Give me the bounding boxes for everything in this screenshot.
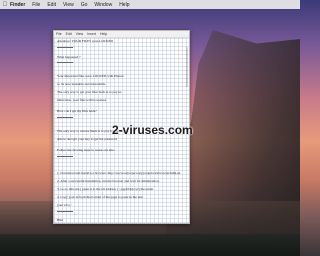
desktop-wallpaper-trees (0, 234, 300, 256)
menu-file[interactable]: File (32, 2, 40, 8)
menu-help[interactable]: Help (119, 2, 129, 8)
note-line: The only way to get your files back is t… (57, 90, 122, 94)
mac-menubar:  Finder File Edit View Go Window Help (0, 0, 300, 9)
note-your-id: your id is : (57, 203, 72, 207)
note-separator (57, 156, 73, 157)
note-line: Your important files were LOCKED with Pl… (57, 74, 124, 78)
note-separator (57, 62, 73, 63)
note-separator (57, 211, 73, 212)
menu-view[interactable]: View (63, 2, 74, 8)
window-menubar: File Edit View Insert Help (54, 31, 189, 38)
note-line: Otherwise, your files will be useless (57, 98, 107, 102)
note-line-title: Attention: YOUR FILES were LOCKED (57, 39, 114, 43)
note-line-heading: What happened ? (57, 55, 81, 59)
window-menu-view[interactable]: View (76, 32, 84, 36)
apple-logo-icon[interactable]:  (0, 2, 10, 8)
note-step-1: 1. Download and install tor browser: htt… (57, 171, 181, 175)
note-line: Follow the flowing steps to restor our s… (57, 148, 115, 152)
window-menu-insert[interactable]: Insert (87, 32, 96, 36)
note-line: able to decrypt your key to get the pass… (57, 137, 118, 141)
window-menu-edit[interactable]: Edit (66, 32, 72, 36)
site-watermark: 2-viruses.com (112, 123, 193, 137)
menu-edit[interactable]: Edit (47, 2, 56, 8)
note-separator (57, 47, 73, 48)
menu-app-finder[interactable]: Finder (10, 2, 25, 8)
menu-go[interactable]: Go (81, 2, 88, 8)
window-menu-file[interactable]: File (56, 32, 62, 36)
note-step-3: 3. Go to this site ( paste it to the url… (57, 187, 154, 191)
note-hint: Hint (57, 218, 64, 222)
note-step-2: 2. After a successful installation, run … (57, 179, 160, 183)
note-separator (57, 117, 73, 118)
menu-window[interactable]: Window (94, 2, 112, 8)
note-line-heading: How can I get my files back? (57, 109, 97, 113)
scrollbar-thumb[interactable] (186, 47, 188, 87)
window-menu-help[interactable]: Help (100, 32, 107, 36)
note-step-4: 4. Copy your id from the bottom of the p… (57, 195, 144, 199)
note-line: so its now unusable and unreadable. (57, 82, 106, 86)
